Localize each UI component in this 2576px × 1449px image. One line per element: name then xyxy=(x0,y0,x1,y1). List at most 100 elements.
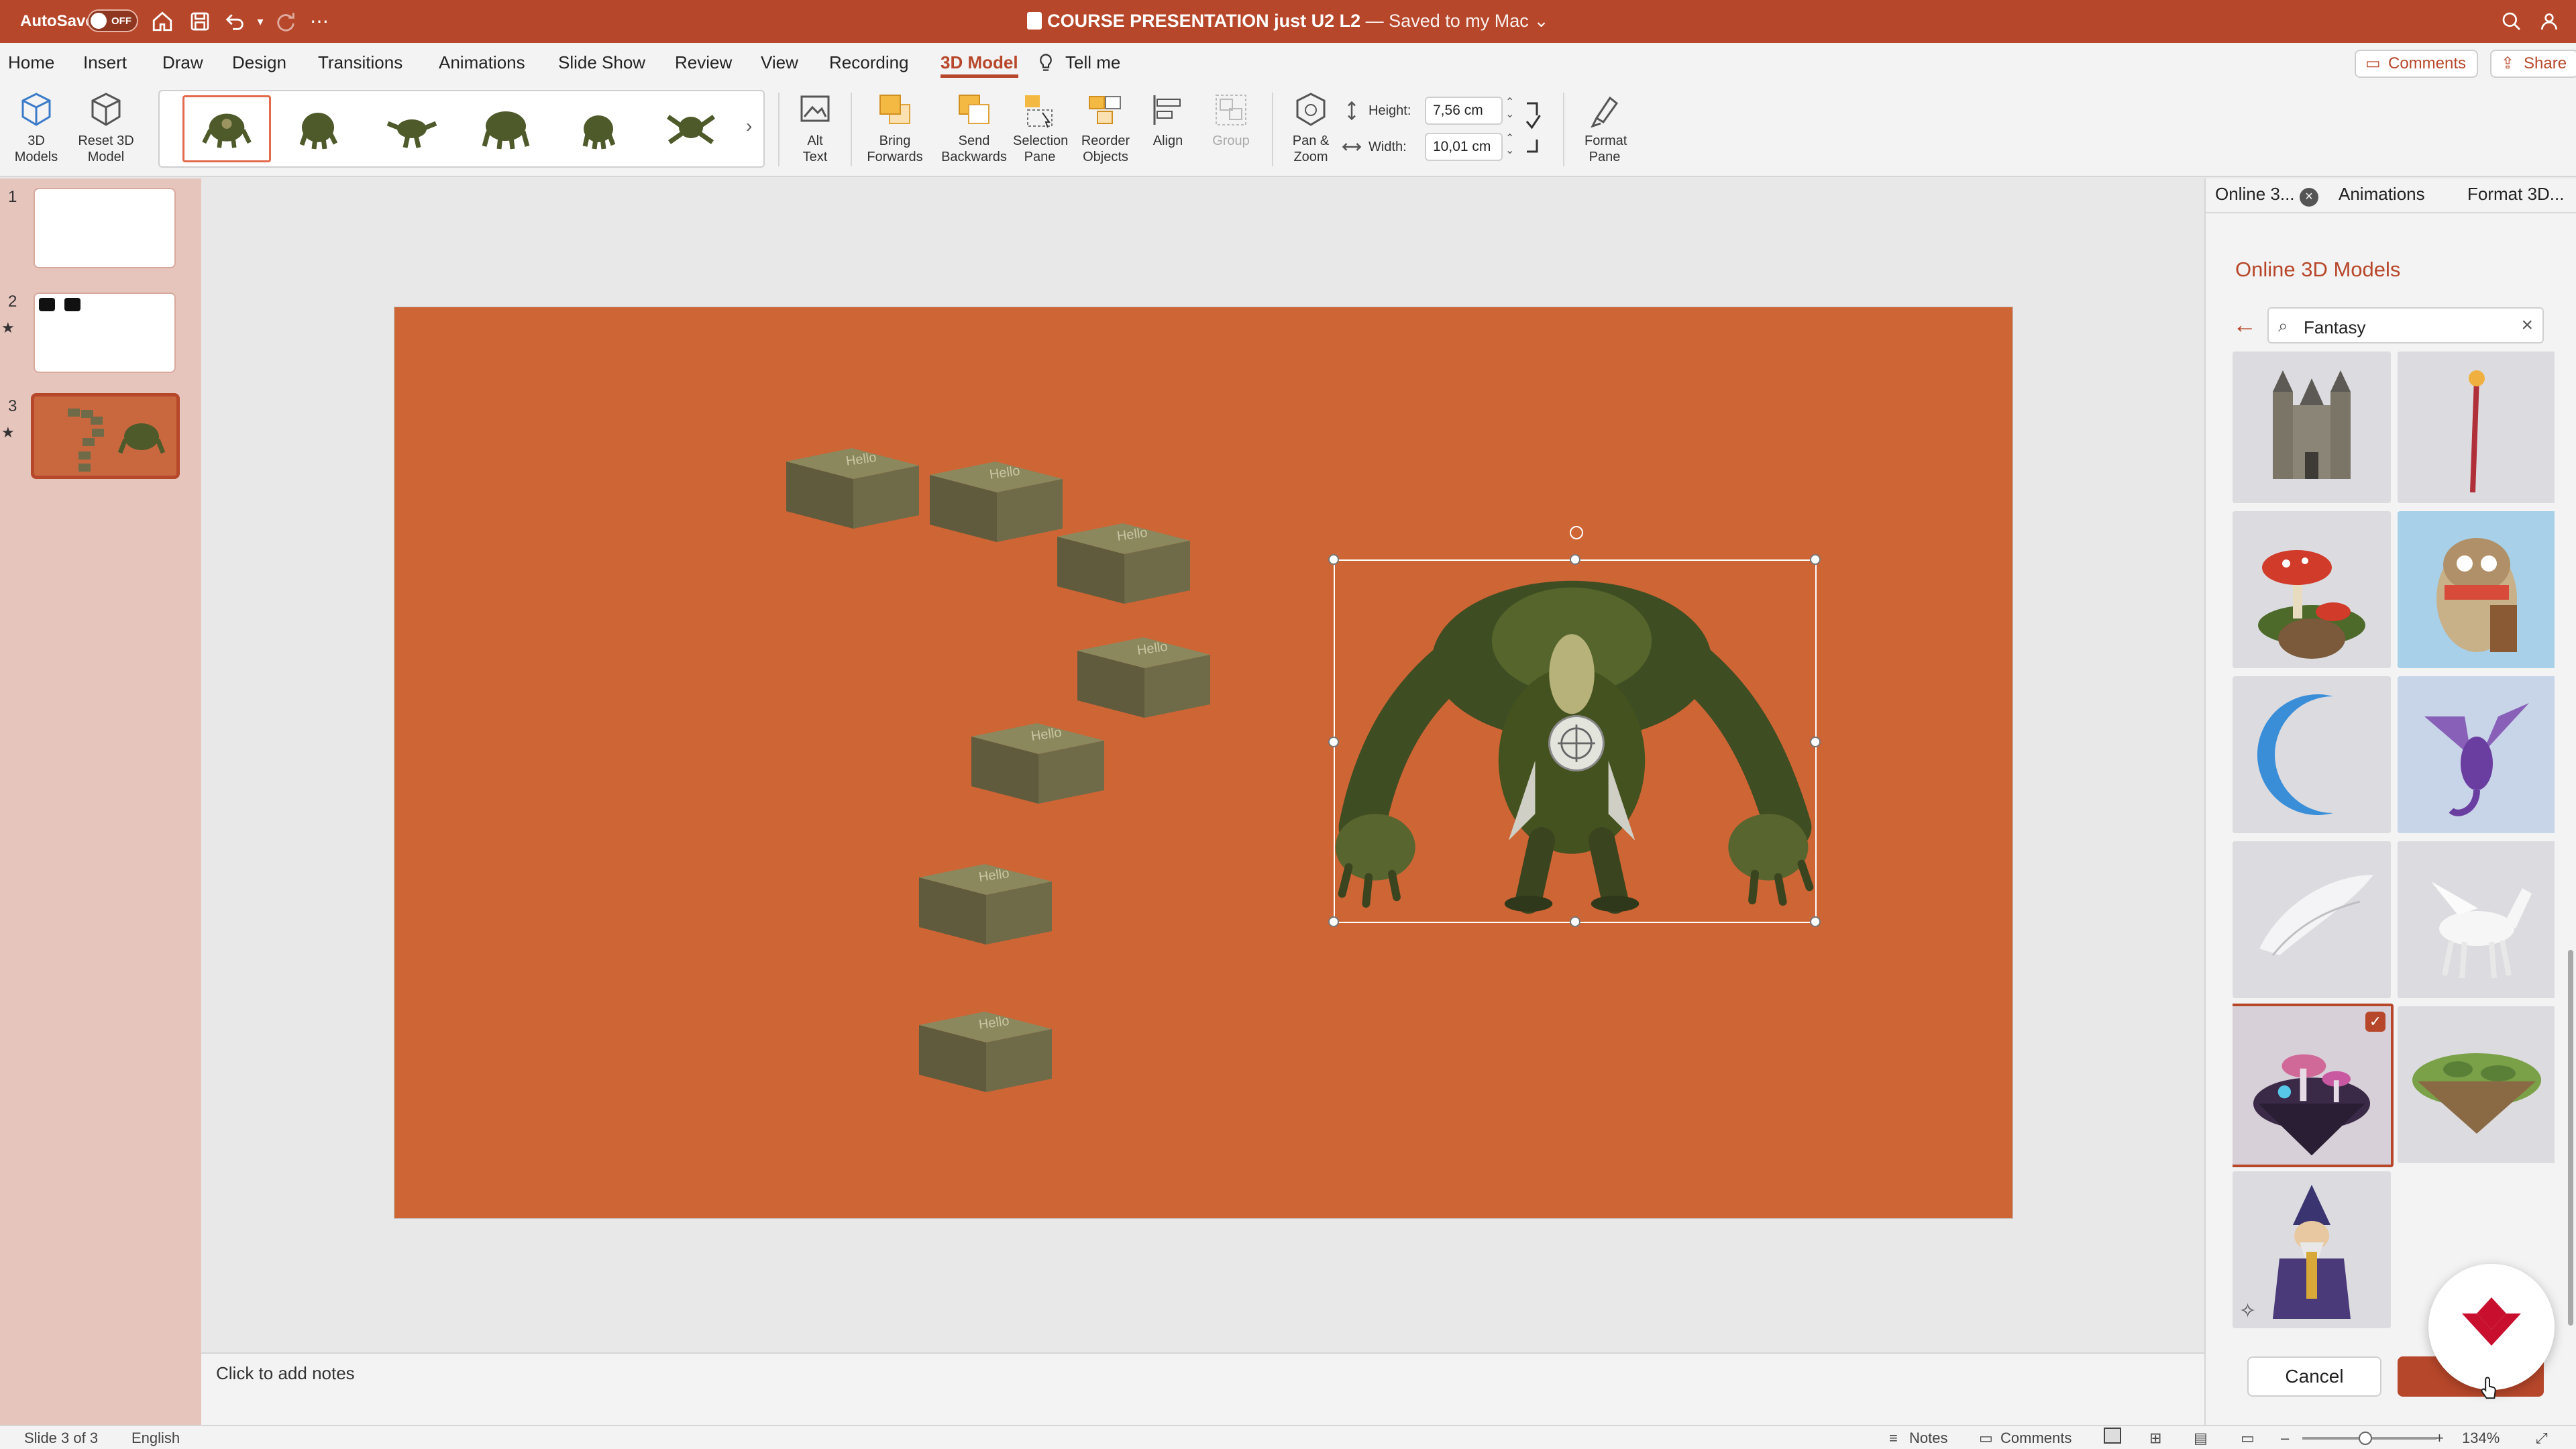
share-button[interactable]: ⇪ Share xyxy=(2490,50,2576,78)
resize-handle[interactable] xyxy=(1810,554,1821,565)
model-result-mushroom-island[interactable] xyxy=(2233,511,2391,668)
reset-3d-model-button[interactable]: Reset 3D Model xyxy=(70,89,142,165)
comments-toggle[interactable]: Comments xyxy=(2000,1430,2072,1447)
bring-forwards-button[interactable]: Bring Forwards xyxy=(857,89,932,165)
view-preset-3[interactable] xyxy=(368,95,456,162)
account-icon[interactable] xyxy=(2536,8,2563,35)
group-button[interactable]: Group xyxy=(1201,89,1261,149)
alt-text-icon xyxy=(794,89,837,131)
view-preset-1[interactable] xyxy=(182,95,271,162)
view-preset-4[interactable] xyxy=(462,95,550,162)
lock-aspect-ratio-icon[interactable] xyxy=(1523,99,1543,163)
tab-insert[interactable]: Insert xyxy=(83,51,127,78)
back-arrow-icon[interactable]: ← xyxy=(2233,313,2257,337)
close-pane-tab-icon[interactable]: × xyxy=(2300,188,2318,207)
cancel-button[interactable]: Cancel xyxy=(2247,1356,2381,1397)
alt-text-button[interactable]: Alt Text xyxy=(785,89,845,165)
format-pane-button[interactable]: Format Pane xyxy=(1572,89,1637,165)
resize-handle[interactable] xyxy=(1328,916,1339,927)
gallery-next-icon[interactable]: › xyxy=(746,115,752,137)
send-backwards-button[interactable]: Send Backwards xyxy=(935,89,1013,165)
tab-draw[interactable]: Draw xyxy=(162,51,203,78)
results-scrollbar[interactable] xyxy=(2568,950,2573,1326)
ribbon-separator xyxy=(851,93,852,166)
model-search-input[interactable]: ⌕ Fantasy × xyxy=(2267,307,2544,343)
hello-box-3[interactable]: Hello xyxy=(1049,496,1197,610)
resize-handle[interactable] xyxy=(1810,737,1821,747)
model-result-staff[interactable] xyxy=(2398,352,2555,503)
tab-slide-show[interactable]: Slide Show xyxy=(558,51,645,78)
notes-area[interactable]: Click to add notes xyxy=(201,1352,2204,1425)
tab-3d-model[interactable]: 3D Model xyxy=(941,51,1018,78)
zoom-slider-thumb[interactable] xyxy=(2359,1432,2372,1445)
model-result-castle[interactable] xyxy=(2233,352,2391,503)
resize-handle[interactable] xyxy=(1570,554,1580,565)
resize-handle[interactable] xyxy=(1570,916,1580,927)
tab-transitions[interactable]: Transitions xyxy=(318,51,402,78)
hello-box-7[interactable]: Hello xyxy=(911,985,1059,1099)
title-dropdown-icon[interactable]: ⌄ xyxy=(1534,11,1549,31)
view-preset-2[interactable] xyxy=(275,95,364,162)
height-input[interactable]: 7,56 cm xyxy=(1425,97,1503,125)
resize-handle[interactable] xyxy=(1328,737,1339,747)
zoom-in-icon[interactable]: + xyxy=(2435,1430,2444,1447)
notes-toggle[interactable]: Notes xyxy=(1909,1430,1947,1447)
zoom-out-icon[interactable]: – xyxy=(2281,1430,2289,1447)
resize-handle[interactable] xyxy=(1810,916,1821,927)
animation-star-icon: ★ xyxy=(1,424,15,441)
comments-button[interactable]: ▭ Comments xyxy=(2355,50,2479,78)
normal-view-icon[interactable] xyxy=(2104,1428,2121,1444)
tab-design[interactable]: Design xyxy=(232,51,286,78)
tab-review[interactable]: Review xyxy=(675,51,732,78)
hello-box-2[interactable]: Hello xyxy=(922,435,1069,549)
slide-canvas[interactable]: Hello Hello Hello Hello Hello Hello Hell… xyxy=(394,307,2012,1218)
slide-thumbnail-1[interactable] xyxy=(34,188,176,268)
slideshow-view-icon[interactable]: ▭ xyxy=(2241,1430,2255,1447)
notes-toggle-icon[interactable]: ≡ xyxy=(1889,1430,1898,1447)
hello-box-5[interactable]: Hello xyxy=(963,696,1111,810)
view-preset-6[interactable] xyxy=(647,95,735,162)
width-stepper-icon[interactable]: ⌃ ⌄ xyxy=(1505,133,1514,157)
tab-home[interactable]: Home xyxy=(8,51,54,78)
language-indicator[interactable]: English xyxy=(131,1430,180,1447)
3d-rotate-control-icon[interactable] xyxy=(1548,715,1605,771)
reorder-objects-button[interactable]: Reorder Objects xyxy=(1072,89,1139,165)
pane-tab-animations[interactable]: Animations xyxy=(2339,184,2425,213)
model-result-moon[interactable] xyxy=(2233,676,2391,833)
comments-toggle-icon[interactable]: ▭ xyxy=(1979,1430,1993,1447)
model-result-wing[interactable] xyxy=(2233,841,2391,998)
model-result-green-island[interactable] xyxy=(2398,1006,2555,1163)
model-result-owl[interactable] xyxy=(2398,511,2555,668)
slide-thumbnail-2[interactable] xyxy=(34,292,176,373)
slide-sorter-icon[interactable]: ⊞ xyxy=(2149,1430,2161,1447)
selection-pane-button[interactable]: Selection Pane xyxy=(1006,89,1073,165)
reading-view-icon[interactable]: ▤ xyxy=(2194,1430,2208,1447)
cancel-label: Cancel xyxy=(2285,1366,2344,1387)
model-result-fairy-island[interactable]: ✓ xyxy=(2233,1004,2394,1167)
pan-zoom-button[interactable]: Pan & Zoom xyxy=(1279,89,1343,165)
fit-to-window-icon[interactable]: ⤢ xyxy=(2536,1430,2548,1447)
hello-box-6[interactable]: Hello xyxy=(911,837,1059,951)
pane-tab-online-3d[interactable]: Online 3... xyxy=(2215,184,2295,213)
align-button[interactable]: Align xyxy=(1138,89,1198,149)
hello-box-1[interactable]: Hello xyxy=(778,421,926,535)
model-result-pegasus[interactable] xyxy=(2398,841,2555,998)
3d-model-selection[interactable] xyxy=(1328,526,1821,927)
rotate-handle-icon[interactable] xyxy=(1570,526,1583,539)
clear-search-icon[interactable]: × xyxy=(2521,314,2533,337)
slide-thumbnail-3[interactable] xyxy=(31,393,180,479)
tab-view[interactable]: View xyxy=(761,51,798,78)
pane-tab-format-3d[interactable]: Format 3D... xyxy=(2467,184,2564,213)
search-icon[interactable] xyxy=(2498,8,2525,35)
view-preset-5[interactable] xyxy=(554,95,643,162)
3d-models-button[interactable]: 3D Models xyxy=(5,89,67,165)
tab-animations[interactable]: Animations xyxy=(439,51,525,78)
height-stepper-icon[interactable]: ⌃ ⌄ xyxy=(1505,97,1514,121)
tell-me-search[interactable]: Tell me xyxy=(1065,51,1120,78)
width-input[interactable]: 10,01 cm xyxy=(1425,133,1503,161)
zoom-level[interactable]: 134% xyxy=(2462,1430,2500,1447)
tab-recording[interactable]: Recording xyxy=(829,51,909,78)
model-result-wizard[interactable]: ✧ xyxy=(2233,1171,2391,1328)
resize-handle[interactable] xyxy=(1328,554,1339,565)
model-result-dragon[interactable] xyxy=(2398,676,2555,833)
